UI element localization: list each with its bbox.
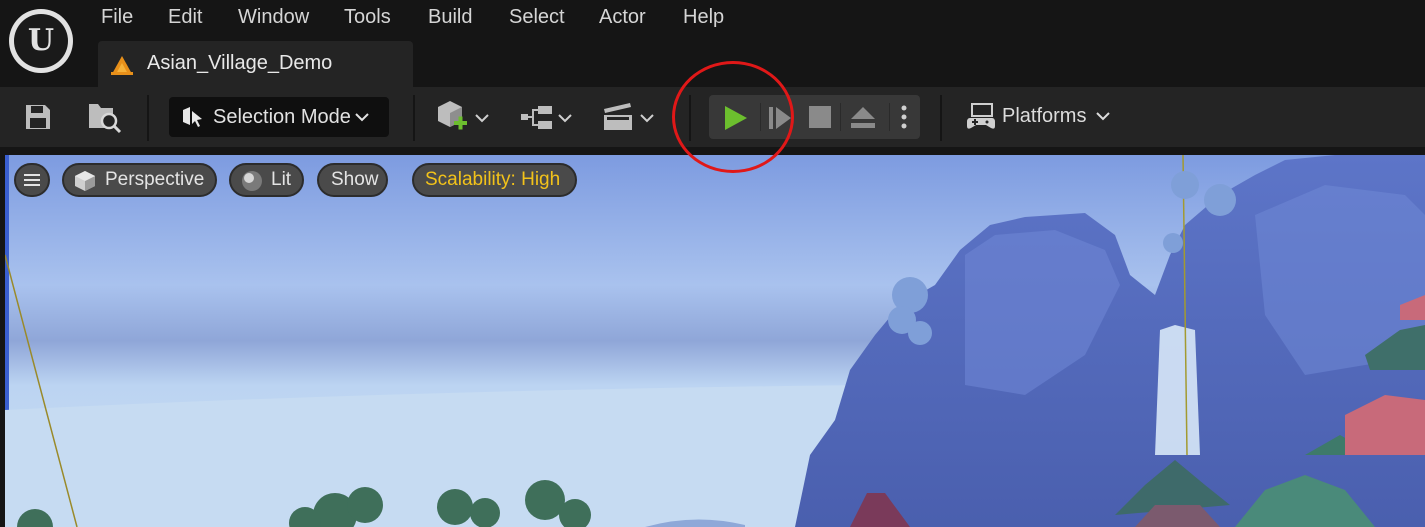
platforms-icon <box>967 103 995 129</box>
main-menu: File Edit Window Tools Build Select Acto… <box>101 0 743 34</box>
play-divider <box>889 103 890 131</box>
unreal-engine-logo[interactable]: U <box>9 9 73 73</box>
menu-help[interactable]: Help <box>683 0 743 34</box>
menu-window[interactable]: Window <box>238 0 344 34</box>
content-browser-icon[interactable] <box>87 100 123 134</box>
scalability-label: Scalability: High <box>425 169 561 190</box>
show-label: Show <box>331 169 379 190</box>
perspective-cube-icon <box>75 171 95 191</box>
add-actor-button[interactable] <box>436 99 492 135</box>
scalability-button[interactable]: Scalability: High <box>412 163 577 197</box>
annotation-circle <box>672 61 794 173</box>
blueprint-button[interactable] <box>520 101 574 135</box>
menu-select[interactable]: Select <box>509 0 599 34</box>
chevron-down-icon <box>640 114 654 123</box>
platforms-label: Platforms <box>1002 105 1087 127</box>
menu-edit[interactable]: Edit <box>168 0 238 34</box>
toolbar-separator <box>147 95 149 141</box>
add-actor-icon <box>438 101 467 130</box>
perspective-button[interactable]: Perspective <box>62 163 217 197</box>
toolbar-separator <box>940 95 942 141</box>
hamburger-icon <box>24 174 40 186</box>
eject-icon[interactable] <box>850 105 876 129</box>
level-viewport[interactable]: Perspective Lit Show Scalability: High <box>5 155 1425 527</box>
menu-actor[interactable]: Actor <box>599 0 683 34</box>
lit-label: Lit <box>271 169 292 190</box>
chevron-down-icon <box>355 113 369 122</box>
play-divider <box>840 103 841 131</box>
perspective-label: Perspective <box>105 169 205 190</box>
lit-sphere-icon <box>242 171 262 191</box>
platforms-dropdown[interactable]: Platforms <box>962 87 1122 145</box>
toolbar-separator <box>413 95 415 141</box>
cinematics-button[interactable] <box>602 101 658 135</box>
more-options-icon[interactable] <box>899 104 909 130</box>
viewport-menu-button[interactable] <box>14 163 50 197</box>
stop-icon[interactable] <box>809 106 831 128</box>
chevron-down-icon <box>475 114 489 123</box>
menu-tools[interactable]: Tools <box>344 0 428 34</box>
level-tab[interactable]: Asian_Village_Demo <box>98 41 413 87</box>
chevron-down-icon <box>558 114 572 123</box>
selection-cursor-icon <box>183 107 202 127</box>
unreal-logo-glyph: U <box>14 14 68 68</box>
selection-mode-label: Selection Mode <box>213 106 351 128</box>
chevron-down-icon <box>1096 112 1110 121</box>
viewport-scene-image[interactable] <box>5 155 1425 527</box>
lit-button[interactable]: Lit <box>229 163 304 197</box>
level-tab-title: Asian_Village_Demo <box>147 52 333 74</box>
save-icon[interactable] <box>24 103 52 131</box>
menu-build[interactable]: Build <box>428 0 509 34</box>
level-icon <box>111 56 133 75</box>
cinematics-icon <box>604 103 632 130</box>
blueprint-icon <box>521 106 552 129</box>
selection-mode-dropdown[interactable]: Selection Mode <box>169 97 389 137</box>
menu-file[interactable]: File <box>101 0 168 34</box>
show-button[interactable]: Show <box>317 163 388 197</box>
